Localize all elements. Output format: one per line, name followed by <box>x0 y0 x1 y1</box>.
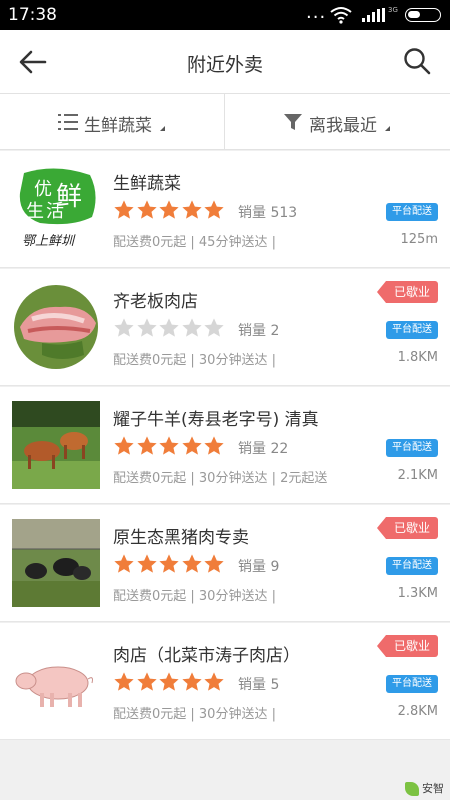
platform-delivery-badge: 平台配送 <box>386 557 438 575</box>
pig-illustration <box>12 637 100 725</box>
sort-filter[interactable]: 离我最近 <box>225 94 450 150</box>
logo-char: 优 <box>34 179 52 200</box>
sort-filter-label: 离我最近 <box>309 116 377 136</box>
star-filled-icon <box>114 436 134 455</box>
logo-char: 活 <box>46 201 64 222</box>
star-filled-icon <box>181 436 202 455</box>
watermark-text: 安智 <box>422 782 444 795</box>
app-header: 附近外卖 <box>0 30 450 94</box>
caret-down-icon <box>160 126 165 131</box>
star-filled-icon <box>114 554 134 573</box>
sales-count: 销量 513 <box>238 205 298 221</box>
star-filled-icon <box>159 436 179 455</box>
delivery-info: 配送费0元起 | 30分钟送达 | <box>113 353 276 368</box>
category-filter[interactable]: 生鲜蔬菜 <box>0 94 225 150</box>
star-filled-icon <box>159 672 179 691</box>
shop-item[interactable]: 齐老板肉店 销量 2 配送费0元起 | 30分钟送达 | 已歇业 平台配送 1.… <box>0 269 450 386</box>
star-filled-icon <box>181 200 202 219</box>
pork-meat-photo <box>14 285 98 369</box>
filter-bar: 生鲜蔬菜 离我最近 <box>0 94 450 150</box>
star-filled-icon <box>181 554 202 573</box>
closed-badge: 已歇业 <box>377 281 438 303</box>
black-pig-photo <box>12 519 100 607</box>
battery-icon <box>405 8 441 22</box>
star-empty-icon <box>159 318 179 337</box>
network-type: 3G <box>388 6 398 14</box>
cattle-photo <box>12 401 100 489</box>
leaf-icon <box>405 782 419 796</box>
star-filled-icon <box>136 436 157 455</box>
funnel-icon <box>284 114 302 130</box>
star-empty-icon <box>114 318 134 337</box>
star-empty-icon <box>204 318 224 337</box>
rating-stars <box>113 199 226 223</box>
distance: 1.8KM <box>397 350 438 365</box>
search-icon[interactable] <box>402 46 432 76</box>
closed-badge: 已歇业 <box>377 517 438 539</box>
delivery-info: 配送费0元起 | 45分钟送达 | <box>113 235 276 250</box>
shop-item[interactable]: 肉店（北菜市涛子肉店） 销量 5 配送费0元起 | 30分钟送达 | 已歇业 平… <box>0 623 450 740</box>
sales-count: 销量 9 <box>238 559 280 575</box>
distance: 2.1KM <box>397 468 438 483</box>
shop-item[interactable]: 原生态黑猪肉专卖 销量 9 配送费0元起 | 30分钟送达 | 已歇业 平台配送… <box>0 505 450 622</box>
distance: 2.8KM <box>397 704 438 719</box>
notification-dots: ... <box>306 2 327 23</box>
star-filled-icon <box>204 200 224 219</box>
rating-stars <box>113 553 226 577</box>
star-filled-icon <box>114 672 134 691</box>
distance: 125m <box>400 232 438 247</box>
star-filled-icon <box>204 672 224 691</box>
category-filter-label: 生鲜蔬菜 <box>84 116 152 136</box>
shop-list: 优 鲜 生 活 鄂上鲜圳 生鲜蔬菜 销量 513 配送费0元起 | 45分钟送达… <box>0 151 450 741</box>
star-filled-icon <box>114 200 134 219</box>
rating-stars <box>113 317 226 341</box>
rating-stars <box>113 671 226 695</box>
logo-caption: 鄂上鲜圳 <box>22 234 76 249</box>
platform-delivery-badge: 平台配送 <box>386 439 438 457</box>
status-time: 17:38 <box>8 5 57 25</box>
page-title: 附近外卖 <box>186 54 263 76</box>
star-filled-icon <box>181 672 202 691</box>
wifi-icon <box>330 7 352 24</box>
shop-name: 原生态黑猪肉专卖 <box>113 528 249 548</box>
sales-count: 销量 2 <box>238 323 280 339</box>
sales-count: 销量 22 <box>238 441 289 457</box>
platform-delivery-badge: 平台配送 <box>386 203 438 221</box>
signal-icon <box>362 8 385 22</box>
shop-item[interactable]: 耀子牛羊(寿县老字号) 清真 销量 22 配送费0元起 | 30分钟送达 | 2… <box>0 387 450 504</box>
delivery-info: 配送费0元起 | 30分钟送达 | <box>113 589 276 604</box>
star-filled-icon <box>136 672 157 691</box>
platform-delivery-badge: 平台配送 <box>386 675 438 693</box>
shop-name: 生鲜蔬菜 <box>113 174 181 194</box>
star-filled-icon <box>204 554 224 573</box>
shop-name: 齐老板肉店 <box>113 292 198 312</box>
caret-down-icon <box>385 126 390 131</box>
star-filled-icon <box>136 554 157 573</box>
shop-name: 耀子牛羊(寿县老字号) 清真 <box>113 410 319 430</box>
distance: 1.3KM <box>397 586 438 601</box>
rating-stars <box>113 435 226 459</box>
shop-item[interactable]: 优 鲜 生 活 鄂上鲜圳 生鲜蔬菜 销量 513 配送费0元起 | 45分钟送达… <box>0 151 450 268</box>
star-filled-icon <box>159 554 179 573</box>
star-empty-icon <box>181 318 202 337</box>
watermark-logo: 安智 <box>405 780 444 796</box>
delivery-info: 配送费0元起 | 30分钟送达 | 2元起送 <box>113 471 328 486</box>
star-empty-icon <box>136 318 157 337</box>
shop-name: 肉店（北菜市涛子肉店） <box>113 646 300 666</box>
star-filled-icon <box>204 436 224 455</box>
sales-count: 销量 5 <box>238 677 280 693</box>
platform-delivery-badge: 平台配送 <box>386 321 438 339</box>
logo-char: 生 <box>26 201 44 222</box>
delivery-info: 配送费0元起 | 30分钟送达 | <box>113 707 276 722</box>
youxian-shenghuo-logo: 优 鲜 生 活 鄂上鲜圳 <box>12 165 100 253</box>
list-icon <box>58 114 78 130</box>
status-bar: 17:38 ... 3G <box>0 0 450 30</box>
closed-badge: 已歇业 <box>377 635 438 657</box>
star-filled-icon <box>136 200 157 219</box>
star-filled-icon <box>159 200 179 219</box>
